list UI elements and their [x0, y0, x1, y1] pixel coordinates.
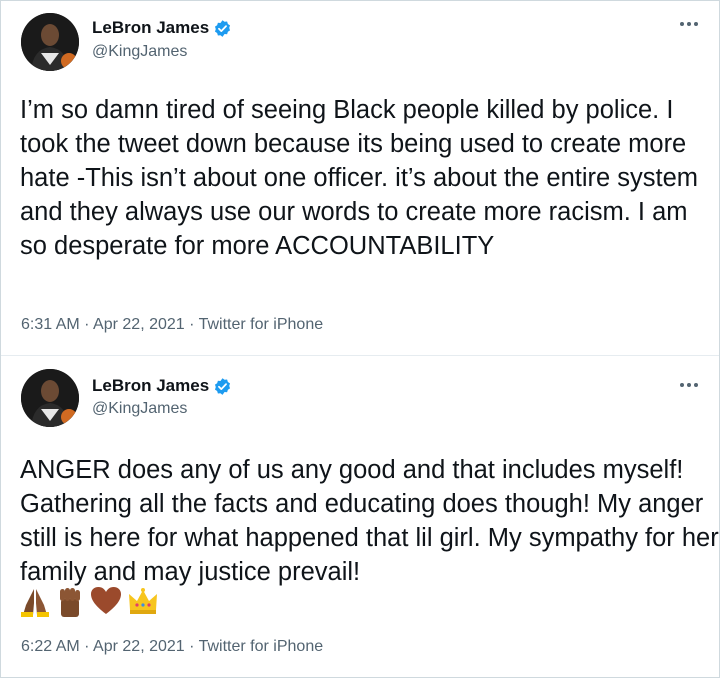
tweet-2[interactable]: LeBron James @KingJames ANGER does any o… [1, 356, 719, 677]
meta-separator: · [189, 316, 195, 333]
tweet-screenshot: LeBron James @KingJames I’m so damn tire… [0, 0, 720, 678]
meta-separator: · [189, 638, 195, 655]
avatar[interactable] [21, 13, 79, 71]
brown-heart-icon [90, 586, 122, 621]
tweet-meta: 6:22 AM · Apr 22, 2021 · Twitter for iPh… [21, 638, 323, 656]
name-row: LeBron James [92, 376, 232, 396]
raised-fist-icon [55, 585, 85, 622]
tweet-text: I’m so damn tired of seeing Black people… [20, 96, 699, 260]
handle[interactable]: @KingJames [92, 43, 187, 61]
tweet-date[interactable]: Apr 22, 2021 [93, 316, 185, 333]
more-options-icon[interactable] [677, 18, 701, 30]
crown-icon [127, 586, 159, 621]
tweet-source[interactable]: Twitter for iPhone [199, 638, 324, 655]
handle[interactable]: @KingJames [92, 400, 187, 418]
meta-separator: · [84, 638, 90, 655]
display-name[interactable]: LeBron James [92, 376, 209, 396]
tweet-text: ANGER does any of us any good and that i… [20, 456, 719, 586]
name-row: LeBron James [92, 18, 232, 38]
folded-hands-icon [20, 585, 50, 622]
more-options-icon[interactable] [677, 379, 701, 391]
tweet-date[interactable]: Apr 22, 2021 [93, 638, 185, 655]
tweet-source[interactable]: Twitter for iPhone [199, 316, 324, 333]
display-name[interactable]: LeBron James [92, 18, 209, 38]
tweet-time[interactable]: 6:22 AM [21, 638, 80, 655]
avatar-image [21, 13, 79, 71]
tweet-1[interactable]: LeBron James @KingJames I’m so damn tire… [1, 1, 719, 356]
avatar[interactable] [21, 369, 79, 427]
emoji-row [20, 586, 159, 620]
meta-separator: · [84, 316, 90, 333]
avatar-image [21, 369, 79, 427]
tweet-meta: 6:31 AM · Apr 22, 2021 · Twitter for iPh… [21, 316, 323, 334]
verified-badge-icon [213, 377, 232, 396]
verified-badge-icon [213, 19, 232, 38]
tweet-time[interactable]: 6:31 AM [21, 316, 80, 333]
